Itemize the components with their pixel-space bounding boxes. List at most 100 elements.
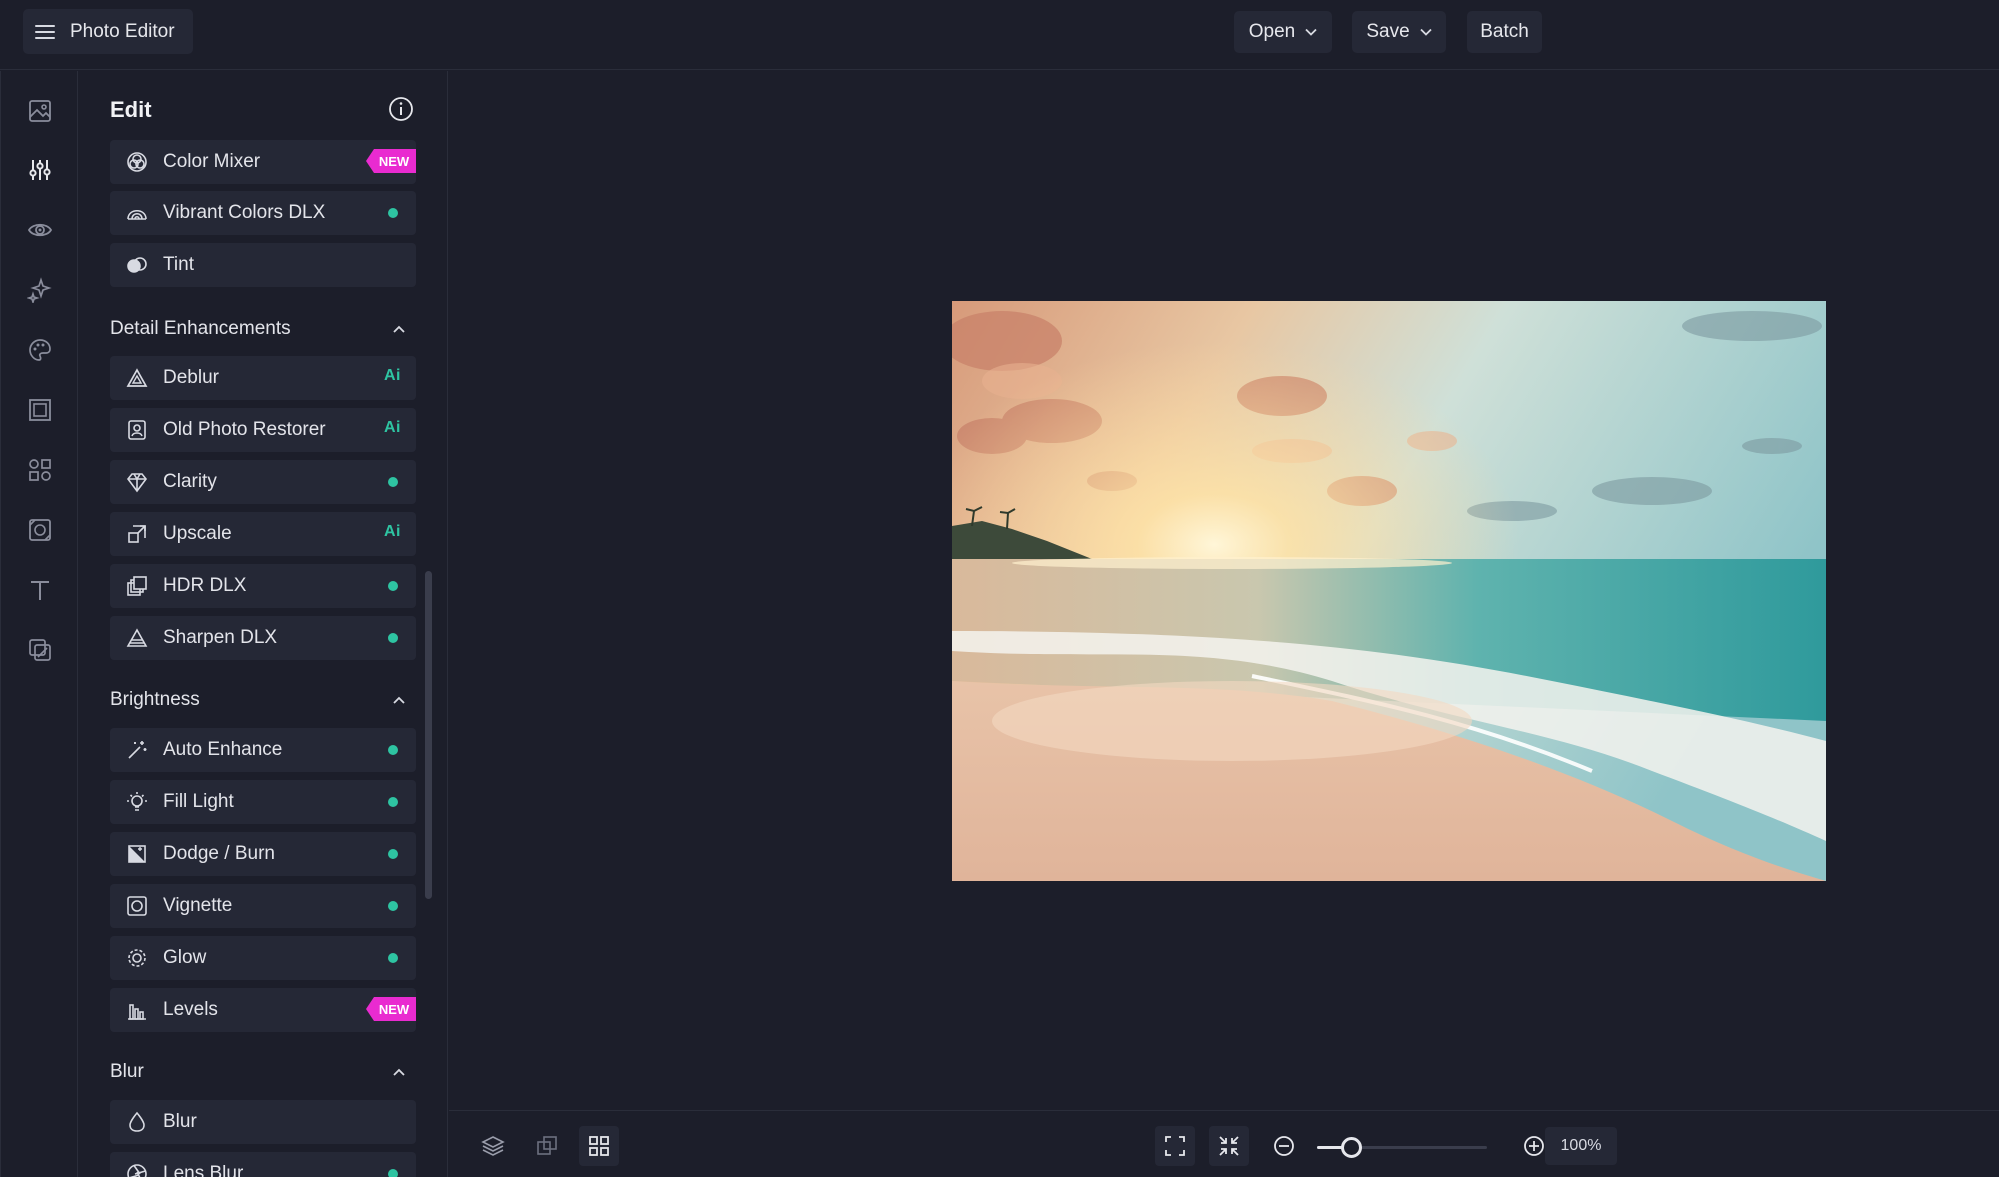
tool-blur[interactable]: Blur (110, 1100, 416, 1144)
status-dot (388, 477, 398, 487)
new-badge: NEW (366, 149, 416, 173)
tool-label: Clarity (163, 471, 217, 492)
histogram-icon (126, 999, 148, 1021)
beach-sunset-photo[interactable] (952, 301, 1826, 881)
app-title: Photo Editor (70, 20, 175, 42)
palette-icon[interactable] (25, 335, 55, 365)
upscale-icon (126, 523, 148, 545)
tool-label: Lens Blur (163, 1163, 244, 1177)
tool-vignette[interactable]: Vignette (110, 884, 416, 928)
save-button[interactable]: Save (1352, 11, 1446, 53)
layers-overlay-icon[interactable] (25, 635, 55, 665)
status-dot (388, 953, 398, 963)
tool-lens-blur[interactable]: Lens Blur (110, 1152, 416, 1177)
tool-vibrant-colors-dlx[interactable]: Vibrant Colors DLX (110, 191, 416, 235)
hamburger-menu-icon (33, 23, 58, 41)
status-dot (388, 633, 398, 643)
chevron-up-icon (393, 696, 405, 704)
chevron-down-icon (1420, 28, 1432, 36)
fit-to-screen-button[interactable] (1155, 1126, 1195, 1166)
image-icon[interactable] (25, 96, 55, 126)
tool-label: Deblur (163, 367, 219, 388)
bottom-toolbar: 100% (449, 1110, 1999, 1177)
eye-icon[interactable] (25, 215, 55, 245)
layers-icon (481, 1136, 505, 1156)
adjust-sliders-icon[interactable] (25, 155, 55, 185)
layers-button[interactable] (473, 1126, 513, 1166)
photo-restorer-icon (126, 419, 148, 441)
zoom-level-display[interactable]: 100% (1545, 1127, 1617, 1165)
plus-circle-icon (1524, 1136, 1544, 1156)
batch-label: Batch (1480, 21, 1529, 42)
status-dot (388, 208, 398, 218)
frame-icon[interactable] (25, 395, 55, 425)
tool-sharpen-dlx[interactable]: Sharpen DLX (110, 616, 416, 660)
minus-circle-icon (1274, 1136, 1294, 1156)
tool-label: Upscale (163, 523, 232, 544)
tool-label: Dodge / Burn (163, 843, 275, 864)
grid-view-button[interactable] (579, 1126, 619, 1166)
tool-label: Blur (163, 1111, 197, 1132)
collapse-arrows-icon (1219, 1136, 1239, 1156)
magic-wand-icon (126, 739, 148, 761)
shapes-icon[interactable] (25, 455, 55, 485)
tint-icon (126, 254, 148, 276)
open-button[interactable]: Open (1234, 11, 1332, 53)
actual-size-button[interactable] (1209, 1126, 1249, 1166)
tool-dodge-burn[interactable]: Dodge / Burn (110, 832, 416, 876)
panel-title: Edit (110, 97, 152, 122)
sparkles-icon[interactable] (25, 275, 55, 305)
save-label: Save (1366, 21, 1410, 42)
status-dot (388, 901, 398, 911)
tool-label: Old Photo Restorer (163, 419, 326, 440)
tool-tint[interactable]: Tint (110, 243, 416, 287)
zoom-out-button[interactable] (1264, 1126, 1304, 1166)
compare-button[interactable] (527, 1126, 567, 1166)
deblur-triangle-icon (126, 367, 148, 389)
section-brightness[interactable]: Brightness (110, 685, 416, 715)
panel-scrollbar[interactable] (425, 571, 432, 899)
tool-auto-enhance[interactable]: Auto Enhance (110, 728, 416, 772)
status-dot (388, 849, 398, 859)
expand-corners-icon (1165, 1136, 1185, 1156)
tool-upscale[interactable]: Upscale Ai (110, 512, 416, 556)
tool-hdr-dlx[interactable]: HDR DLX (110, 564, 416, 608)
status-dot (388, 1169, 398, 1177)
tool-old-photo-restorer[interactable]: Old Photo Restorer Ai (110, 408, 416, 452)
text-icon[interactable] (25, 575, 55, 605)
ai-badge: Ai (384, 367, 401, 384)
edit-panel: Edit Color Mixer NEW Vibrant Colors DLX … (79, 71, 448, 1177)
tool-label: Tint (163, 254, 194, 275)
app-menu-button[interactable]: Photo Editor (23, 9, 193, 54)
compare-icon (537, 1136, 557, 1155)
tool-label: Fill Light (163, 791, 234, 812)
tool-label: Vignette (163, 895, 233, 916)
section-detail-enhancements[interactable]: Detail Enhancements (110, 314, 416, 344)
tool-deblur[interactable]: Deblur Ai (110, 356, 416, 400)
tool-label: Glow (163, 947, 207, 968)
status-dot (388, 745, 398, 755)
info-icon[interactable] (388, 96, 414, 122)
tool-fill-light[interactable]: Fill Light (110, 780, 416, 824)
dodge-burn-icon (126, 843, 148, 865)
batch-button[interactable]: Batch (1467, 11, 1542, 53)
color-mixer-icon (126, 151, 148, 173)
tool-rail (0, 71, 78, 1177)
open-label: Open (1248, 21, 1296, 42)
tool-color-mixer[interactable]: Color Mixer NEW (110, 140, 416, 184)
tool-clarity[interactable]: Clarity (110, 460, 416, 504)
zoom-slider-thumb[interactable] (1341, 1137, 1362, 1158)
zoom-slider[interactable] (1317, 1137, 1487, 1158)
section-blur[interactable]: Blur (110, 1057, 416, 1087)
tool-levels[interactable]: Levels NEW (110, 988, 416, 1032)
hdr-icon (126, 575, 148, 597)
glow-icon (126, 947, 148, 969)
texture-icon[interactable] (25, 515, 55, 545)
status-dot (388, 581, 398, 591)
section-title: Blur (110, 1061, 144, 1082)
tool-label: HDR DLX (163, 575, 247, 596)
top-bar: Photo Editor Open Save Batch (0, 0, 1999, 70)
tool-glow[interactable]: Glow (110, 936, 416, 980)
vignette-icon (126, 895, 148, 917)
status-dot (388, 797, 398, 807)
